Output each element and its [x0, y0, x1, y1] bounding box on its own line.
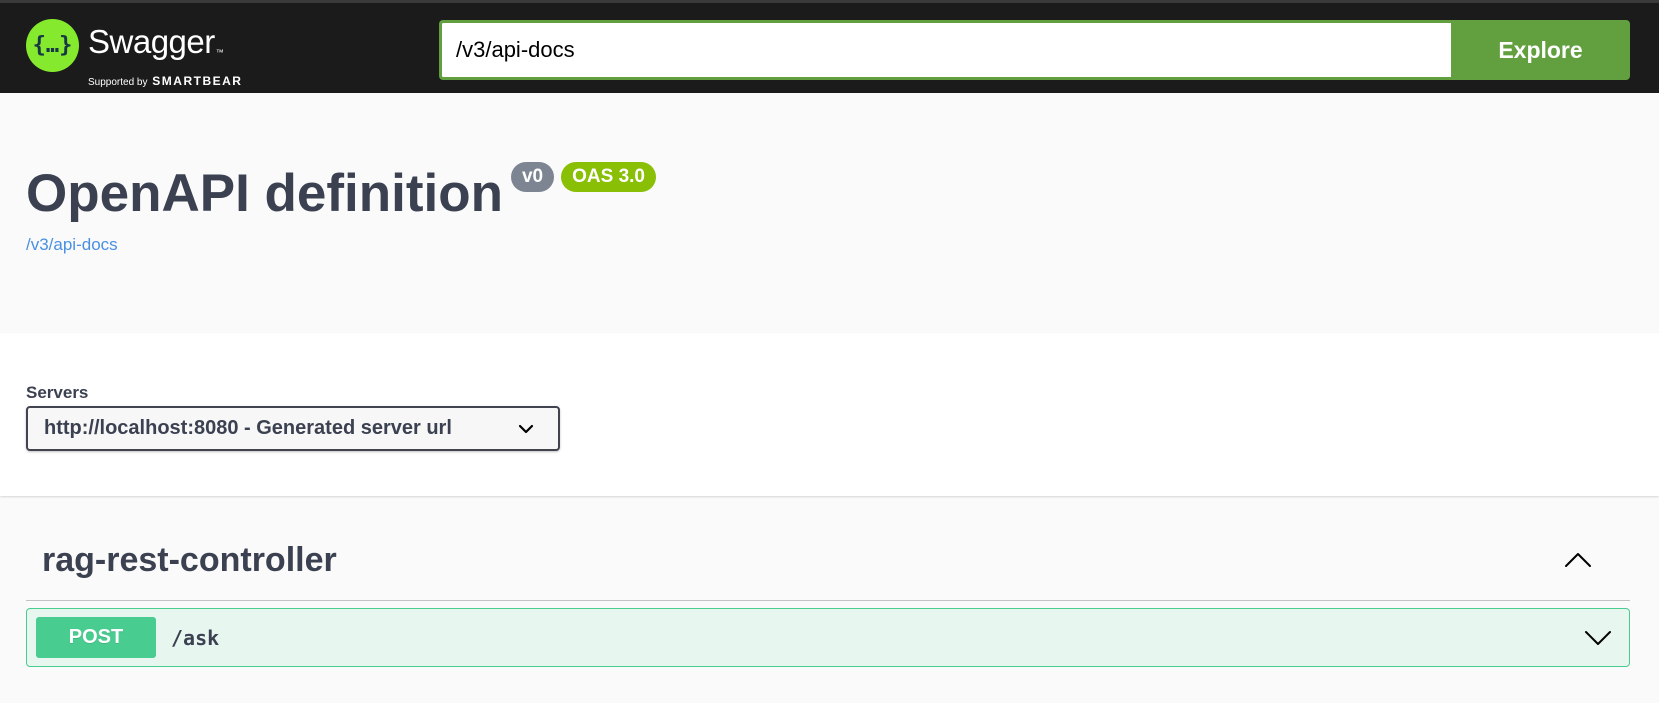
logo-title-text: Swagger [88, 23, 215, 60]
topbar: {…} Swagger™ Supported by SMARTBEAR Expl… [0, 0, 1659, 93]
download-url-form: Explore [439, 20, 1630, 80]
title-row: OpenAPI definition v0 OAS 3.0 [26, 162, 656, 225]
explore-button[interactable]: Explore [1451, 20, 1630, 80]
swagger-logo[interactable]: {…} Swagger™ Supported by SMARTBEAR [26, 19, 242, 89]
method-badge: POST [36, 617, 156, 658]
logo-title: Swagger™ [88, 23, 242, 72]
swagger-logo-icon: {…} [26, 19, 79, 72]
info-section: OpenAPI definition v0 OAS 3.0 /v3/api-do… [0, 93, 1659, 333]
version-badge: v0 [510, 162, 555, 192]
svg-text:{…}: {…} [33, 33, 73, 58]
chevron-up-icon[interactable] [1564, 552, 1592, 568]
spec-url-input[interactable] [439, 20, 1451, 80]
tag-title: rag-rest-controller [42, 540, 337, 579]
operation-post-ask[interactable]: POST /ask [26, 608, 1630, 667]
servers-label: Servers [26, 383, 89, 402]
logo-trademark: ™ [215, 48, 224, 57]
chevron-down-icon [518, 424, 534, 433]
servers-select[interactable]: http://localhost:8080 - Generated server… [26, 406, 560, 451]
page-title: OpenAPI definition [26, 164, 503, 223]
oas-badge: OAS 3.0 [561, 162, 656, 192]
logo-text: Swagger™ Supported by SMARTBEAR [88, 19, 242, 89]
tag-section: rag-rest-controller POST /ask [26, 520, 1630, 667]
chevron-down-icon[interactable] [1584, 630, 1612, 646]
logo-subtitle: Supported by SMARTBEAR [88, 75, 242, 89]
logo-supported-by: Supported by [88, 77, 148, 88]
logo-brand: SMARTBEAR [152, 74, 243, 88]
servers-select-value: http://localhost:8080 - Generated server… [44, 417, 452, 439]
tag-header[interactable]: rag-rest-controller [26, 520, 1630, 601]
operation-path: /ask [171, 625, 220, 650]
servers-section: Servers http://localhost:8080 - Generate… [0, 333, 1659, 496]
spec-link[interactable]: /v3/api-docs [26, 235, 118, 255]
